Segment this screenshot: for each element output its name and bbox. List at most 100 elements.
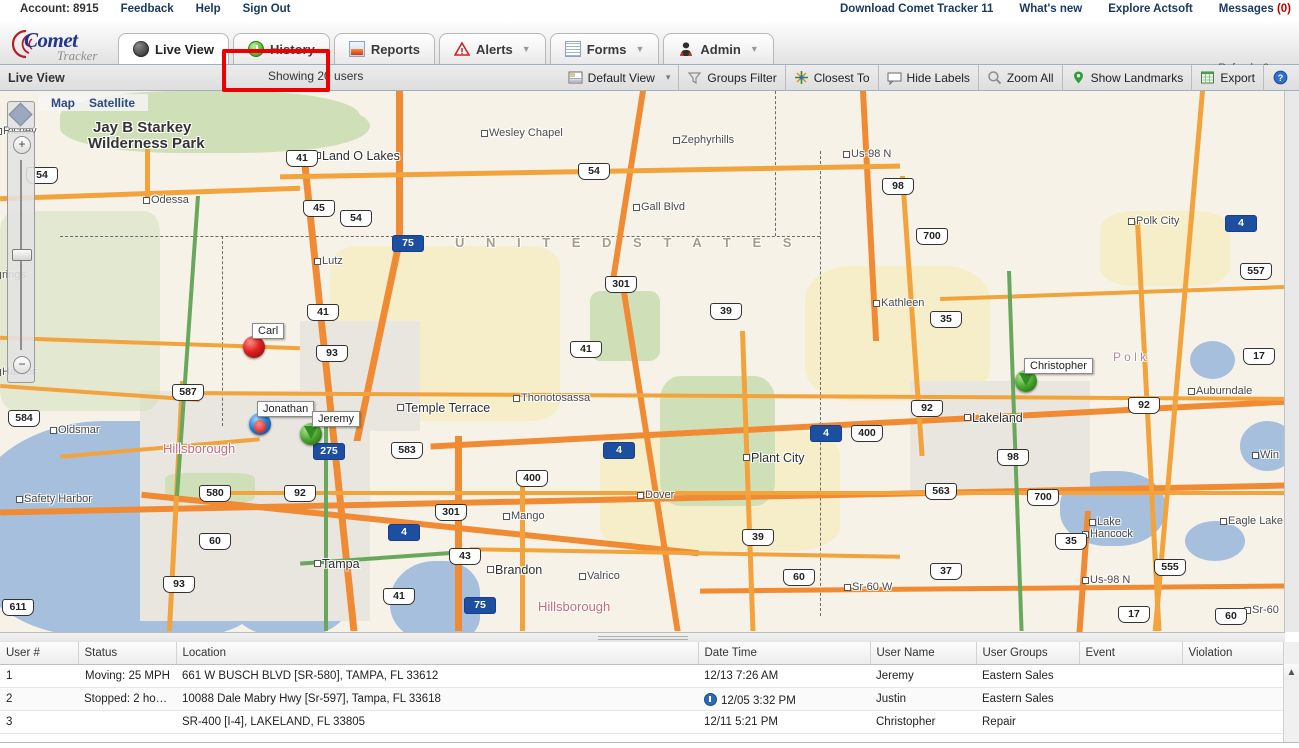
zoom-slider-thumb[interactable] [12, 249, 32, 261]
map-place-label: Gall Blvd [641, 201, 686, 213]
zoom-control[interactable]: + − [7, 131, 35, 383]
map-water-body [1190, 341, 1235, 379]
chevron-down-icon[interactable]: ▼ [750, 44, 759, 54]
table-row[interactable]: 1 Moving: 25 MPH 661 W BUSCH BLVD [SR-580]… [0, 664, 1285, 688]
tab-live-view[interactable]: Live View [118, 33, 230, 64]
report-icon [348, 41, 365, 57]
map-canvas[interactable]: Map Satellite + − U N I T E D S T A T E … [0, 91, 1286, 632]
tab-reports[interactable]: Reports [333, 33, 435, 64]
map-city-dot [0, 128, 2, 135]
tab-alerts[interactable]: Alerts ▼ [438, 33, 546, 64]
show-landmarks-label: Show Landmarks [1090, 70, 1184, 85]
tab-forms[interactable]: Forms ▼ [549, 33, 660, 64]
hide-labels-label: Hide Labels [906, 70, 970, 85]
export-button[interactable]: Export [1191, 65, 1263, 90]
zoom-in-button[interactable]: + [13, 136, 31, 154]
route-shield: 17 [1118, 606, 1150, 623]
route-shield: 39 [710, 303, 742, 320]
closest-to-button[interactable]: Closest To [784, 65, 878, 90]
map-marker-carl[interactable] [243, 336, 265, 358]
map-city-dot [673, 137, 680, 144]
tab-history-label: History [270, 41, 315, 57]
scroll-up-button[interactable]: ▲ [1284, 664, 1299, 680]
chevron-down-icon[interactable]: ▾ [666, 72, 671, 83]
map-type-map[interactable]: Map [44, 96, 82, 110]
map-water-body [1240, 421, 1285, 471]
show-landmarks-button[interactable]: Show Landmarks [1061, 65, 1192, 90]
tab-live-view-label: Live View [155, 41, 215, 57]
column-header[interactable]: Violation [1182, 642, 1285, 665]
map-marker-label: Christopher [1024, 358, 1093, 374]
cell-date-time: 12/13 7:26 AM [698, 664, 870, 688]
cell-user-name: Justin [870, 687, 976, 711]
users-grid[interactable]: User # Status Location Date Time User Name Us… [0, 642, 1285, 742]
feedback-link[interactable]: Feedback [121, 3, 196, 15]
cell-violation [1182, 710, 1285, 734]
info-icon[interactable] [704, 693, 717, 706]
grid-vertical-scrollbar[interactable]: ▲ [1283, 642, 1299, 742]
messages-link[interactable]: Messages (0) [1193, 3, 1291, 15]
explore-actsoft-link[interactable]: Explore Actsoft [1082, 3, 1193, 15]
account-bar-right: Download Comet Tracker 11 What's new Exp… [814, 3, 1291, 15]
chevron-down-icon[interactable]: ▼ [522, 44, 531, 54]
route-shield: 301 [605, 276, 637, 293]
map-city-dot [16, 496, 23, 503]
zoom-all-button[interactable]: Zoom All [977, 65, 1062, 90]
map-place-label: Jay B Starkey [93, 119, 192, 136]
main-tabs: Live View History Reports Alerts ▼ Forms [118, 30, 778, 64]
column-header[interactable]: Location [176, 642, 699, 665]
route-shield: 275 [313, 443, 345, 460]
whats-new-link[interactable]: What's new [993, 3, 1082, 15]
pan-control[interactable] [7, 101, 35, 129]
map-place-label: Odessa [151, 194, 189, 206]
column-header[interactable]: User Name [870, 642, 977, 665]
table-row[interactable]: 3 SR-400 [I-4], LAKELAND, FL 33805 12/11 5… [0, 710, 1285, 734]
download-link[interactable]: Download Comet Tracker 11 [814, 3, 993, 15]
help-button[interactable]: ? [1263, 65, 1297, 90]
road-i75 [455, 436, 462, 631]
sign-out-link[interactable]: Sign Out [243, 3, 313, 15]
column-header[interactable]: Date Time [698, 642, 871, 665]
messages-label: Messages [1218, 3, 1274, 15]
cell-user-name: Jeremy [870, 664, 976, 688]
county-border [820, 151, 821, 616]
map-type-satellite[interactable]: Satellite [82, 96, 142, 110]
document-icon [564, 41, 581, 57]
map-place-label: Eagle Lake [1228, 515, 1284, 527]
map-place-label: Kathleen [881, 297, 925, 309]
column-header[interactable]: User Groups [976, 642, 1080, 665]
route-shield: 4 [603, 442, 635, 459]
map-place-label: Wilderness Park [88, 135, 205, 152]
groups-filter-button[interactable]: Groups Filter [678, 65, 784, 90]
map-place-label: U N I T E D S T A T E S [455, 235, 801, 250]
route-shield: 75 [464, 597, 496, 614]
map-place-label: Hillsborough [163, 441, 236, 456]
map-type-control[interactable]: Map Satellite [38, 94, 149, 111]
default-view-dropdown[interactable]: Default View ▾ [560, 65, 679, 90]
map-place-label: Oldsmar [58, 424, 100, 436]
map-city-dot [1188, 388, 1195, 395]
column-header[interactable]: Event [1079, 642, 1183, 665]
chevron-down-icon[interactable]: ▼ [635, 44, 644, 54]
tab-admin[interactable]: Admin ▼ [663, 33, 774, 64]
map-right-gutter [1284, 91, 1299, 632]
tab-alerts-label: Alerts [475, 41, 513, 57]
zoom-out-button[interactable]: − [13, 356, 31, 374]
cell-user-num: 1 [0, 664, 78, 688]
route-shield: 400 [516, 470, 548, 487]
map-city-dot [0, 369, 1, 376]
route-shield: 92 [1128, 397, 1160, 414]
default-view-label: Default View [587, 70, 655, 85]
help-link[interactable]: Help [196, 3, 243, 15]
route-shield: 54 [578, 163, 610, 180]
map-place-label: Valrico [587, 570, 620, 582]
magnifier-icon [987, 70, 1002, 85]
column-header[interactable]: User # [0, 642, 79, 665]
cell-status [78, 710, 176, 734]
tab-history[interactable]: History [233, 33, 330, 64]
hide-labels-button[interactable]: Hide Labels [877, 65, 978, 90]
table-row[interactable]: 2 Stopped: 2 hour... 10088 Dale Mabry Hwy … [0, 687, 1285, 711]
column-header[interactable]: Status [78, 642, 177, 665]
route-shield: 583 [391, 442, 423, 459]
map-city-dot [633, 204, 640, 211]
